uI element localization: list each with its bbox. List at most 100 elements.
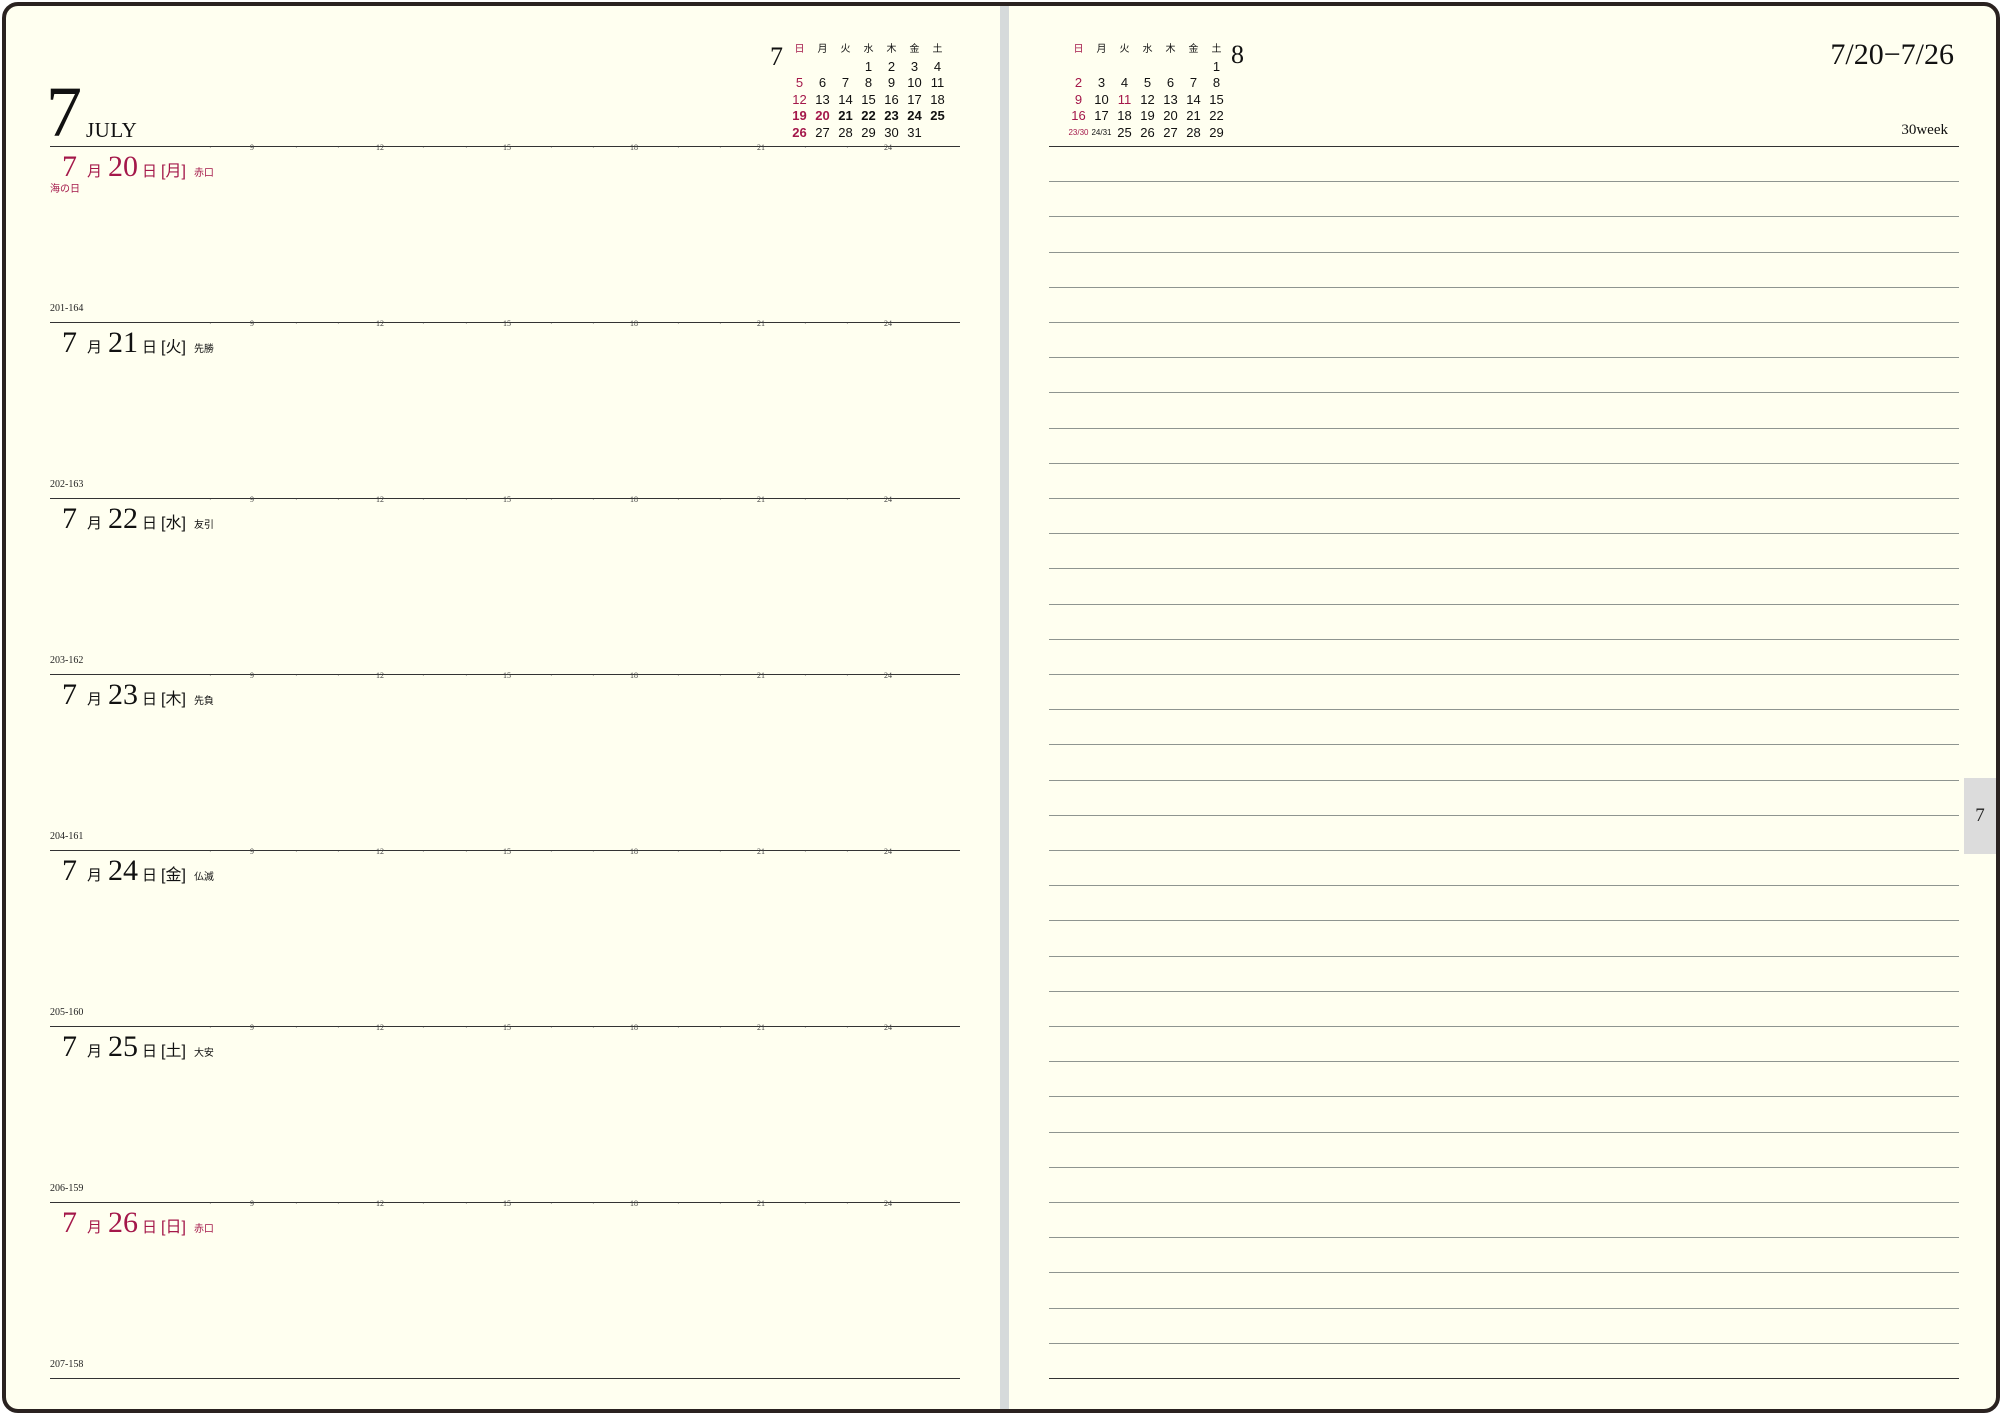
date-month-kanji: 月	[87, 868, 103, 884]
day-date: 7 月 25 日 [土] 大安	[62, 1030, 214, 1064]
weekday-thu: 木	[1165, 44, 1176, 55]
half-hour-dot: ·	[422, 671, 425, 680]
cal-day: 5	[795, 75, 804, 90]
cal-day: 29	[1209, 124, 1224, 140]
ruled-line	[1049, 814, 1959, 816]
half-hour-dot: ·	[295, 1199, 298, 1208]
cal-day	[834, 59, 857, 76]
weekday-fri: 金	[1188, 44, 1199, 55]
day-row[interactable]: 9 12 15 18 21 24 · · · · · · · · · · · 7 月 24 日 [金] 仏滅 205-160	[50, 847, 960, 1026]
day-counter: 201-164	[50, 303, 84, 314]
ruled-line	[1049, 427, 1959, 429]
date-day-kanji: 日	[142, 340, 158, 356]
hour-mark: 18	[630, 1023, 638, 1032]
hour-mark: 18	[630, 1199, 638, 1208]
weekday-thu: 木	[886, 44, 897, 55]
ruled-line	[1049, 1202, 1959, 1203]
weekday-tue: 火	[1119, 44, 1130, 55]
hour-mark: 18	[630, 319, 638, 328]
half-hour-dot: ·	[677, 1023, 680, 1032]
date-month-kanji: 月	[87, 340, 103, 356]
mini-calendar-august: 日 月 火 水 木 金 土 1 2 3 4 5 6 7 8 9 10 11 12…	[1067, 38, 1257, 148]
half-hour-dot: ·	[337, 1199, 340, 1208]
half-hour-dot: ·	[804, 319, 807, 328]
half-hour-dot: ·	[295, 1023, 298, 1032]
ruled-line	[1049, 1026, 1959, 1027]
ruled-line	[1049, 1272, 1959, 1274]
cal-day: 23	[884, 108, 899, 123]
date-rokuyo: 赤口	[193, 168, 214, 179]
date-month: 7	[62, 150, 77, 183]
date-weekday: [月]	[161, 163, 186, 180]
day-counter: 205-160	[50, 1007, 84, 1018]
half-hour-dot: ·	[465, 319, 468, 328]
day-date: 7 月 23 日 [木] 先負	[62, 678, 214, 712]
cal-day: 11	[930, 75, 945, 90]
day-row[interactable]: 9 12 15 18 21 24 · · · · · · · · · · · 7 月 26 日 [日] 赤口 207-158	[50, 1199, 960, 1378]
weekday-fri: 金	[909, 44, 920, 55]
date-month: 7	[62, 502, 77, 535]
half-hour-dot: ·	[550, 143, 553, 152]
cal-day	[1113, 59, 1136, 76]
cal-day: 16	[1071, 108, 1086, 123]
day-row[interactable]: 9 12 15 18 21 24 · · · · · · · · · · · 7 月 20 日 [月] 赤口 海の日 201-1…	[50, 143, 960, 322]
half-hour-dot: ·	[846, 1199, 849, 1208]
half-hour-dot: ·	[592, 671, 595, 680]
half-hour-dot: ·	[719, 1199, 722, 1208]
day-row[interactable]: 9 12 15 18 21 24 · · · · · · · · · · · 7 月 25 日 [土] 大安 206-159	[50, 1023, 960, 1202]
cal-day: 14	[838, 91, 853, 107]
hour-mark: 24	[884, 1199, 892, 1208]
cal-day: 20	[1163, 108, 1178, 123]
weekday-sat: 土	[932, 44, 943, 55]
half-hour-dot: ·	[465, 1023, 468, 1032]
ruled-line	[1049, 744, 1959, 746]
cal-day: 25	[1117, 124, 1132, 140]
notes-area[interactable]	[1049, 146, 1959, 1379]
half-hour-dot: ·	[422, 1199, 425, 1208]
date-day-kanji: 日	[142, 1220, 158, 1236]
half-hour-dot: ·	[550, 1023, 553, 1032]
weekday-mon: 月	[817, 44, 828, 55]
ruled-line	[1049, 1342, 1959, 1344]
date-month-kanji: 月	[87, 164, 103, 180]
ruled-line	[1049, 251, 1959, 253]
half-hour-dot: ·	[846, 143, 849, 152]
date-rokuyo: 仏滅	[193, 872, 214, 883]
half-hour-dot: ·	[550, 1199, 553, 1208]
half-hour-dot: ·	[804, 671, 807, 680]
date-rokuyo: 友引	[193, 520, 214, 531]
day-row[interactable]: 9 12 15 18 21 24 · · · · · · · · · · · 7 月 21 日 [火] 先勝 202-163	[50, 319, 960, 498]
hour-mark: 24	[884, 1023, 892, 1032]
ruled-line	[1049, 674, 1959, 675]
cal-day: 29	[861, 124, 876, 140]
day-rule	[50, 1378, 960, 1379]
hour-mark: 12	[376, 143, 384, 152]
half-hour-dot: ·	[804, 1199, 807, 1208]
date-month: 7	[62, 854, 77, 887]
cal-day: 22	[1209, 108, 1224, 123]
month-index-tab[interactable]: 7	[1964, 778, 1996, 854]
cal-day: 25	[930, 108, 945, 123]
day-row[interactable]: 9 12 15 18 21 24 · · · · · · · · · · · 7 月 23 日 [木] 先負 204-161	[50, 671, 960, 850]
date-month: 7	[62, 678, 77, 711]
cal-day: 14	[1186, 91, 1201, 107]
day-row[interactable]: 9 12 15 18 21 24 · · · · · · · · · · · 7 月 22 日 [水] 友引 203-162	[50, 495, 960, 674]
day-date: 7 月 26 日 [日] 赤口	[62, 1206, 214, 1240]
month-number: 7	[46, 72, 82, 152]
half-hour-dot: ·	[592, 847, 595, 856]
half-hour-dot: ·	[677, 671, 680, 680]
day-counter: 202-163	[50, 479, 84, 490]
left-page: 7 JULY 7 日 月 火 水 木 金 土 1 2 3 4 5 6 7 8 9…	[6, 6, 1000, 1409]
cal-day: 7	[1189, 75, 1198, 90]
cal-day: 27	[1163, 124, 1178, 140]
half-hour-dot: ·	[465, 847, 468, 856]
day-counter: 204-161	[50, 831, 84, 842]
date-day-kanji: 日	[142, 516, 158, 532]
hour-mark: 24	[884, 319, 892, 328]
hour-mark: 24	[884, 495, 892, 504]
cal-day	[1182, 59, 1205, 76]
cal-day: 6	[818, 75, 827, 90]
cal-day: 15	[1209, 91, 1224, 107]
cal-day: 26	[792, 124, 807, 140]
hour-mark: 9	[250, 671, 254, 680]
